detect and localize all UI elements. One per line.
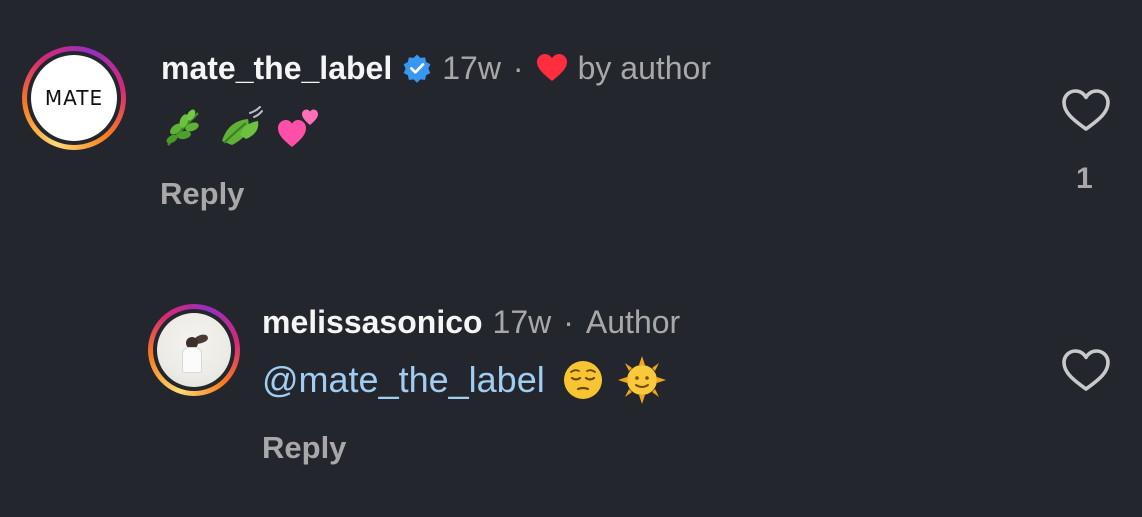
author-liked-heart-icon — [536, 53, 568, 83]
mention-link[interactable]: @mate_the_label — [262, 359, 545, 401]
author-badge: Author — [585, 304, 681, 340]
leaf-fluttering-icon — [218, 105, 264, 151]
reply-button[interactable]: Reply — [160, 176, 244, 212]
comment-time: 17w — [492, 304, 552, 340]
comment-time: 17w — [442, 50, 501, 86]
verified-badge-icon — [402, 53, 432, 83]
pensive-face-emoji-icon — [561, 358, 605, 402]
avatar-logo-text: MATE — [44, 86, 104, 110]
comment-header: mate_the_label 17w · by author — [161, 48, 711, 88]
herb-emoji-icon — [160, 105, 206, 151]
avatar[interactable] — [157, 313, 231, 387]
reply-comment-item: melissasonico 17w · Author @mate_the_lab… — [0, 300, 1142, 490]
author-like-label: by author — [577, 50, 711, 86]
reply-button[interactable]: Reply — [262, 430, 346, 466]
username[interactable]: mate_the_label — [161, 48, 392, 88]
two-hearts-emoji-icon — [276, 105, 322, 151]
comment-text: @mate_the_label — [262, 355, 679, 405]
like-heart-icon[interactable] — [1060, 86, 1112, 134]
like-heart-icon[interactable] — [1060, 346, 1112, 394]
separator-dot: · — [563, 304, 574, 340]
comment-header: melissasonico 17w · Author — [262, 302, 680, 342]
separator-dot: · — [512, 50, 524, 86]
like-count: 1 — [1076, 162, 1093, 195]
avatar-figure-body — [183, 348, 201, 372]
sun-with-face-emoji-icon — [617, 355, 667, 405]
comment-text — [160, 102, 334, 154]
comment-item: MATE mate_the_label 17w · by author Repl… — [0, 44, 1142, 224]
avatar[interactable]: MATE — [31, 55, 117, 141]
username[interactable]: melissasonico — [262, 302, 483, 342]
